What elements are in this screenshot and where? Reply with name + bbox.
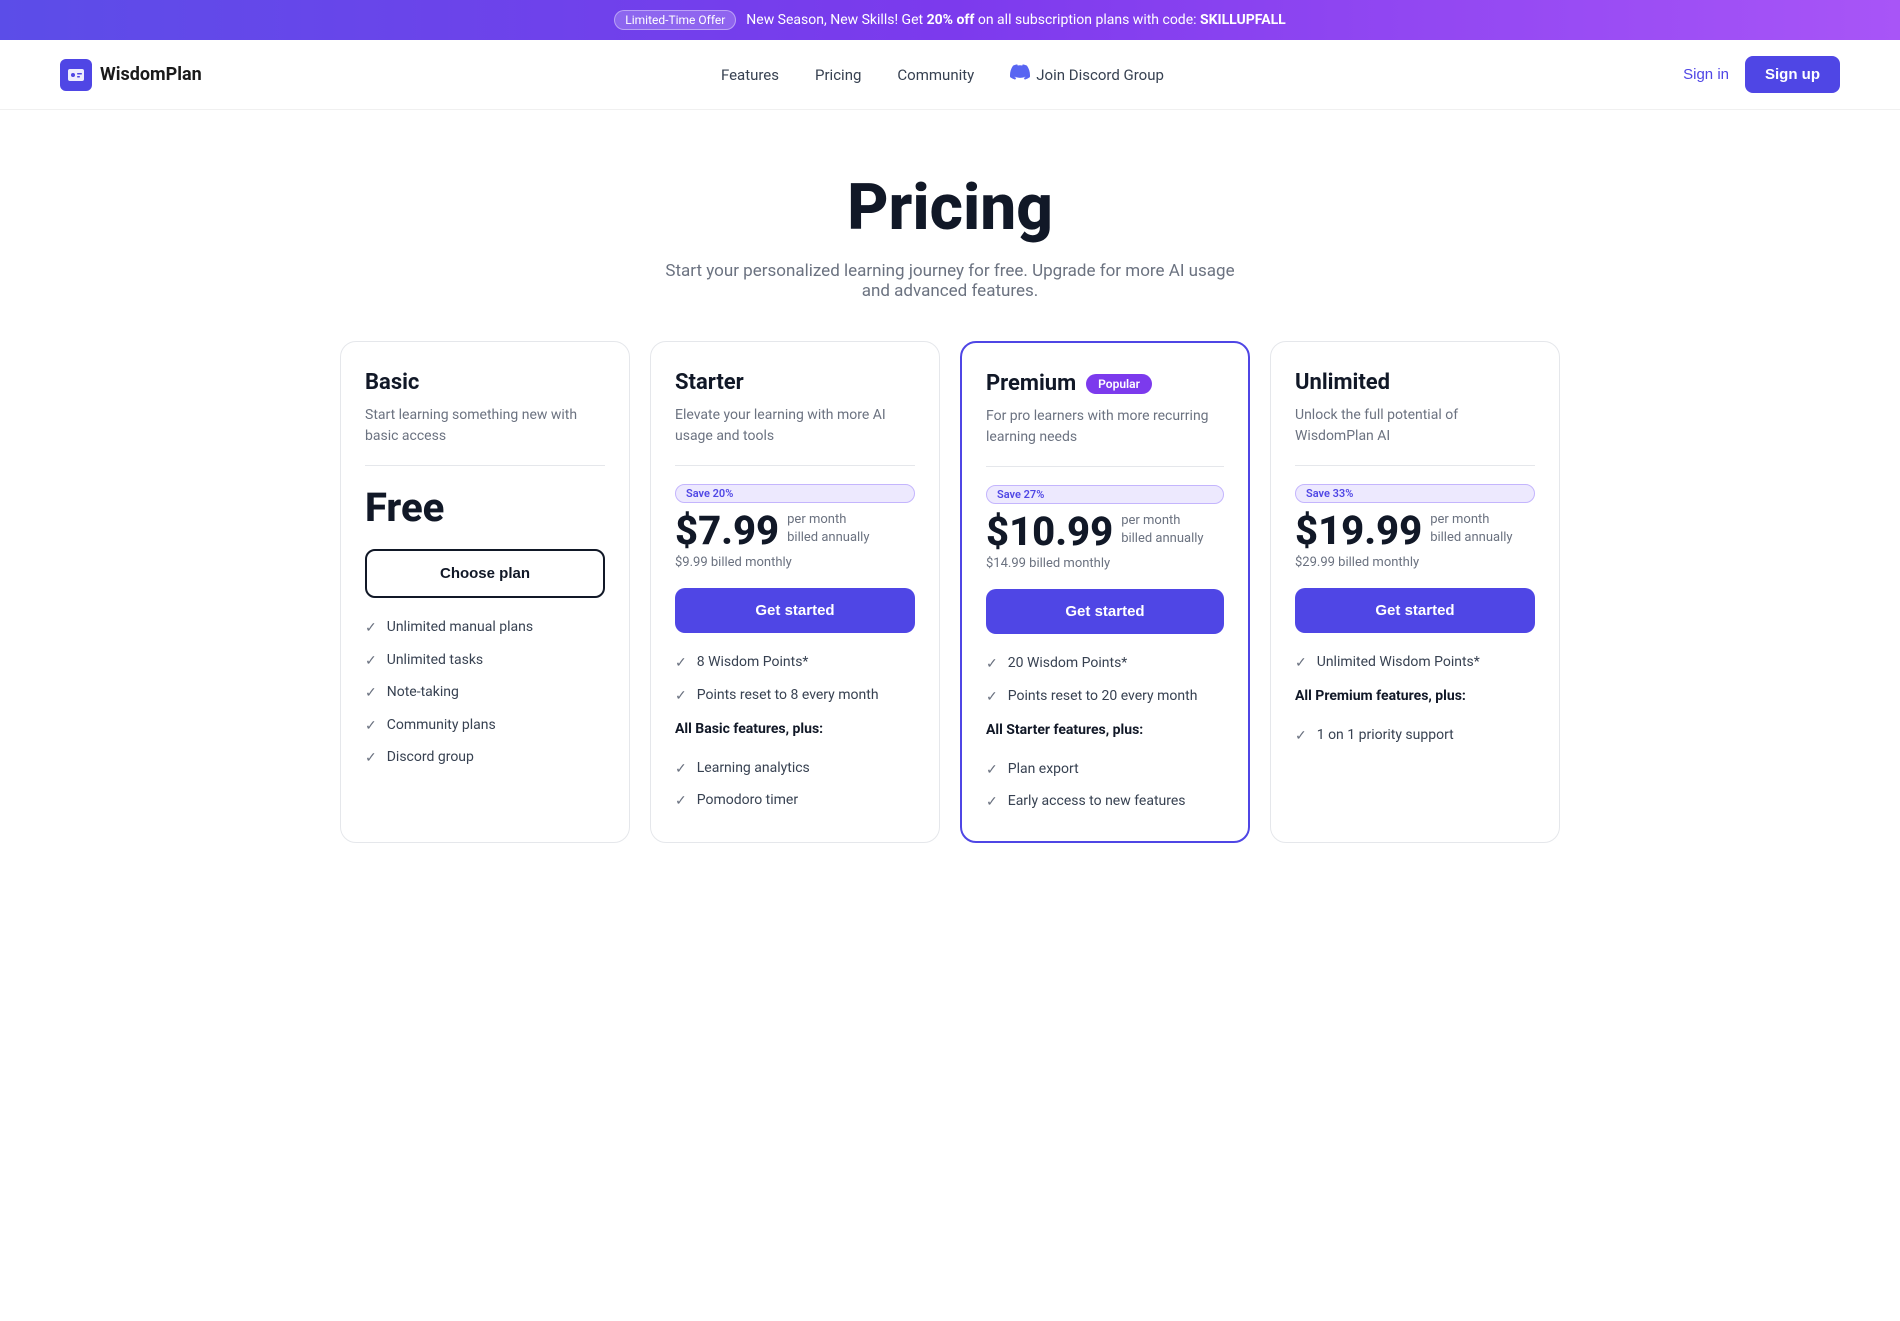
plan-description: Elevate your learning with more AI usage… bbox=[675, 405, 915, 447]
plan-name: Basic bbox=[365, 370, 605, 395]
features-list: ✓ Unlimited Wisdom Points* bbox=[1295, 653, 1535, 674]
feature-item: ✓ Pomodoro timer bbox=[675, 791, 915, 812]
feature-item: ✓ Discord group bbox=[365, 748, 605, 769]
logo-text: WisdomPlan bbox=[100, 64, 202, 85]
popular-badge: Popular bbox=[1086, 374, 1152, 394]
nav-community[interactable]: Community bbox=[897, 66, 974, 84]
extra-features-list: ✓ 1 on 1 priority support bbox=[1295, 726, 1535, 747]
signin-button[interactable]: Sign in bbox=[1683, 66, 1729, 83]
price-monthly: $9.99 billed monthly bbox=[675, 555, 915, 570]
plan-description: Unlock the full potential of WisdomPlan … bbox=[1295, 405, 1535, 447]
features-list: ✓ 20 Wisdom Points* ✓ Points reset to 20… bbox=[986, 654, 1224, 707]
banner-badge: Limited-Time Offer bbox=[614, 10, 736, 30]
get-started-button[interactable]: Get started bbox=[1295, 588, 1535, 633]
price-period: per monthbilled annually bbox=[1430, 511, 1512, 547]
divider bbox=[675, 465, 915, 466]
check-icon: ✓ bbox=[986, 655, 998, 675]
price-amount: $7.99 bbox=[675, 511, 779, 551]
extra-features-list: ✓ Plan export ✓ Early access to new feat… bbox=[986, 760, 1224, 813]
extra-features-list: ✓ Learning analytics ✓ Pomodoro timer bbox=[675, 759, 915, 812]
plan-unlimited: Unlimited Unlock the full potential of W… bbox=[1270, 341, 1560, 843]
logo[interactable]: WisdomPlan bbox=[60, 59, 202, 91]
promo-banner: Limited-Time Offer New Season, New Skill… bbox=[0, 0, 1900, 40]
divider bbox=[1295, 465, 1535, 466]
feature-item: ✓ Early access to new features bbox=[986, 792, 1224, 813]
plan-starter: Starter Elevate your learning with more … bbox=[650, 341, 940, 843]
divider bbox=[986, 466, 1224, 467]
signup-button[interactable]: Sign up bbox=[1745, 56, 1840, 93]
check-icon: ✓ bbox=[1295, 727, 1307, 747]
feature-item: ✓ Community plans bbox=[365, 716, 605, 737]
plan-description: For pro learners with more recurring lea… bbox=[986, 406, 1224, 448]
price-amount: $19.99 bbox=[1295, 511, 1422, 551]
nav-discord-label: Join Discord Group bbox=[1036, 66, 1164, 84]
check-icon: ✓ bbox=[365, 684, 377, 704]
feature-item: ✓ 1 on 1 priority support bbox=[1295, 726, 1535, 747]
plan-name: Starter bbox=[675, 370, 915, 395]
check-icon: ✓ bbox=[675, 792, 687, 812]
nav-actions: Sign in Sign up bbox=[1683, 56, 1840, 93]
discord-icon bbox=[1010, 62, 1030, 87]
check-icon: ✓ bbox=[675, 760, 687, 780]
plan-name: Premium Popular bbox=[986, 371, 1224, 396]
check-icon: ✓ bbox=[1295, 654, 1307, 674]
save-badge: Save 33% bbox=[1295, 484, 1535, 503]
feature-item: ✓ Learning analytics bbox=[675, 759, 915, 780]
pricing-grid: Basic Start learning something new with … bbox=[300, 341, 1600, 843]
check-icon: ✓ bbox=[675, 654, 687, 674]
save-badge: Save 20% bbox=[675, 484, 915, 503]
price-row: $7.99 per monthbilled annually bbox=[675, 511, 915, 551]
save-badge: Save 27% bbox=[986, 485, 1224, 504]
feature-item: ✓ Plan export bbox=[986, 760, 1224, 781]
page-title: Pricing bbox=[20, 170, 1880, 245]
plan-premium: Premium Popular For pro learners with mo… bbox=[960, 341, 1250, 843]
feature-item: ✓ Points reset to 8 every month bbox=[675, 686, 915, 707]
nav-discord[interactable]: Join Discord Group bbox=[1010, 62, 1164, 87]
check-icon: ✓ bbox=[675, 687, 687, 707]
feature-item: ✓ Unlimited tasks bbox=[365, 651, 605, 672]
feature-item: ✓ Unlimited manual plans bbox=[365, 618, 605, 639]
check-icon: ✓ bbox=[365, 749, 377, 769]
plan-description: Start learning something new with basic … bbox=[365, 405, 605, 447]
price-period: per monthbilled annually bbox=[1121, 512, 1203, 548]
check-icon: ✓ bbox=[986, 761, 998, 781]
logo-icon bbox=[60, 59, 92, 91]
nav-links: Features Pricing Community Join Discord … bbox=[721, 62, 1164, 87]
hero-section: Pricing Start your personalized learning… bbox=[0, 110, 1900, 341]
features-list: ✓ Unlimited manual plans ✓ Unlimited tas… bbox=[365, 618, 605, 769]
nav-pricing[interactable]: Pricing bbox=[815, 66, 861, 84]
choose-plan-button[interactable]: Choose plan bbox=[365, 549, 605, 598]
check-icon: ✓ bbox=[365, 717, 377, 737]
price-amount: $10.99 bbox=[986, 512, 1113, 552]
plan-name: Unlimited bbox=[1295, 370, 1535, 395]
features-section-label: All Premium features, plus: bbox=[1295, 688, 1535, 704]
navbar: WisdomPlan Features Pricing Community Jo… bbox=[0, 40, 1900, 110]
price-row: $19.99 per monthbilled annually bbox=[1295, 511, 1535, 551]
plan-basic: Basic Start learning something new with … bbox=[340, 341, 630, 843]
plan-price: Free bbox=[365, 484, 605, 531]
check-icon: ✓ bbox=[365, 619, 377, 639]
get-started-button[interactable]: Get started bbox=[675, 588, 915, 633]
divider bbox=[365, 465, 605, 466]
banner-text: New Season, New Skills! Get 20% off on a… bbox=[746, 12, 1285, 28]
get-started-button[interactable]: Get started bbox=[986, 589, 1224, 634]
price-row: $10.99 per monthbilled annually bbox=[986, 512, 1224, 552]
check-icon: ✓ bbox=[986, 688, 998, 708]
feature-item: ✓ Unlimited Wisdom Points* bbox=[1295, 653, 1535, 674]
features-section-label: All Starter features, plus: bbox=[986, 722, 1224, 738]
check-icon: ✓ bbox=[365, 652, 377, 672]
price-monthly: $14.99 billed monthly bbox=[986, 556, 1224, 571]
feature-item: ✓ Note-taking bbox=[365, 683, 605, 704]
hero-subtitle: Start your personalized learning journey… bbox=[650, 261, 1250, 301]
feature-item: ✓ 8 Wisdom Points* bbox=[675, 653, 915, 674]
feature-item: ✓ 20 Wisdom Points* bbox=[986, 654, 1224, 675]
price-period: per monthbilled annually bbox=[787, 511, 869, 547]
price-monthly: $29.99 billed monthly bbox=[1295, 555, 1535, 570]
feature-item: ✓ Points reset to 20 every month bbox=[986, 687, 1224, 708]
features-list: ✓ 8 Wisdom Points* ✓ Points reset to 8 e… bbox=[675, 653, 915, 706]
features-section-label: All Basic features, plus: bbox=[675, 721, 915, 737]
check-icon: ✓ bbox=[986, 793, 998, 813]
nav-features[interactable]: Features bbox=[721, 66, 779, 84]
